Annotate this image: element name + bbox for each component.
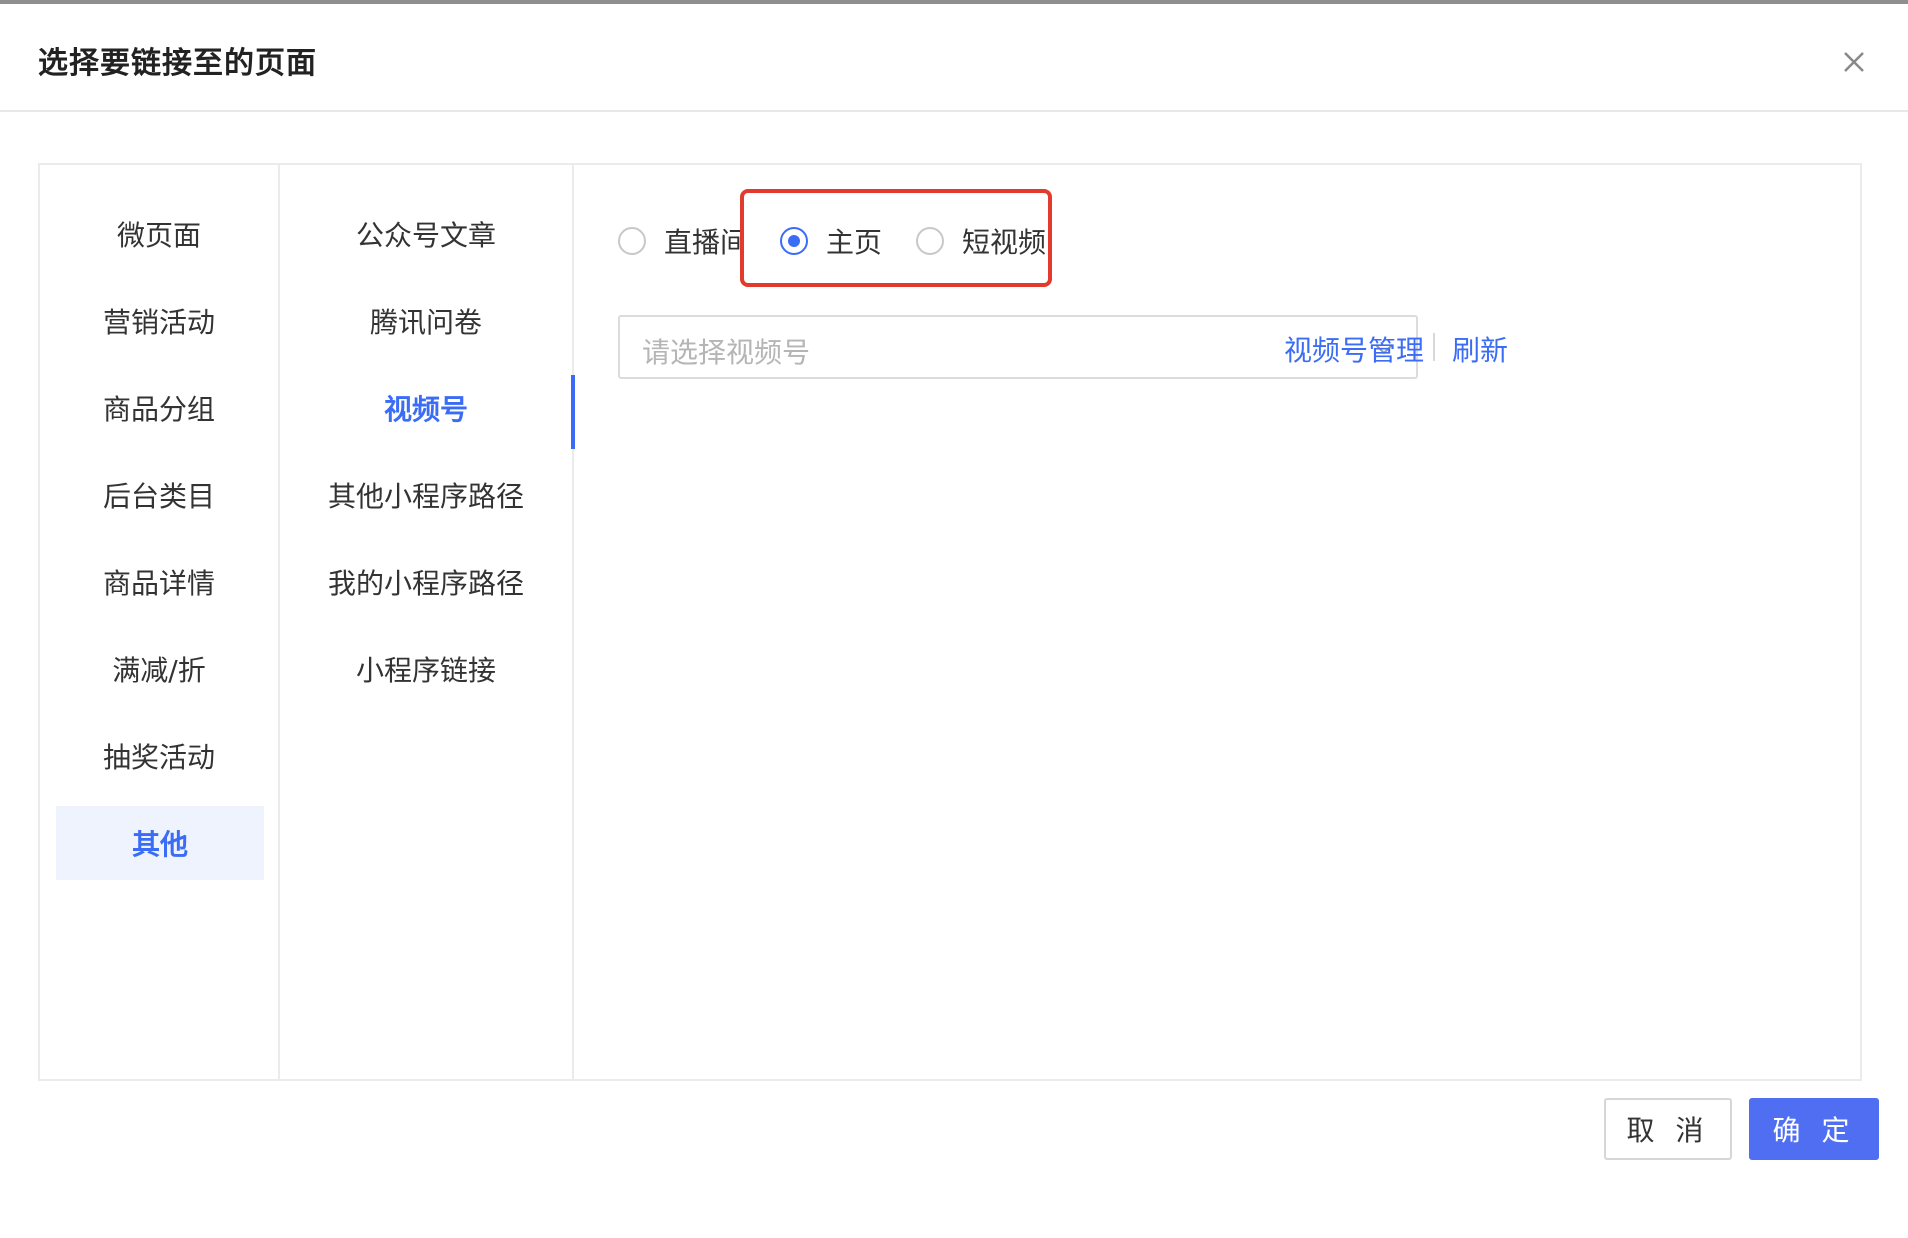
cancel-button[interactable]: 取 消 [1604, 1098, 1732, 1160]
dialog-title: 选择要链接至的页面 [38, 46, 317, 81]
link-separator [1433, 333, 1435, 361]
category-list: 微页面 营销活动 商品分组 后台类目 商品详情 满减/折 抽奖活动 其他 [40, 165, 280, 1079]
subcategory-item-tencent-survey[interactable]: 腾讯问卷 [280, 284, 572, 358]
confirm-button[interactable]: 确 定 [1749, 1098, 1879, 1160]
category-item-lottery[interactable]: 抽奖活动 [40, 719, 278, 793]
channel-select-placeholder: 请选择视频号 [642, 336, 811, 369]
radio-circle-checked [780, 227, 808, 255]
category-item-backend-category[interactable]: 后台类目 [40, 458, 278, 532]
page-picker-panel: 微页面 营销活动 商品分组 后台类目 商品详情 满减/折 抽奖活动 其他 公众号… [38, 163, 1862, 1081]
radio-label: 主页 [826, 226, 883, 259]
category-item-marketing[interactable]: 营销活动 [40, 284, 278, 358]
channels-config: 直播间 主页 短视频 请选择视频号 视频号管理 刷新 [574, 165, 1860, 1079]
link-type-radio-group: 直播间 主页 短视频 [574, 165, 1860, 287]
subcategory-item-miniprogram-link[interactable]: 小程序链接 [280, 632, 572, 706]
link-picker-dialog: 选择要链接至的页面 微页面 营销活动 商品分组 后台类目 商品详情 满减/折 抽… [0, 4, 1908, 1238]
radio-homepage[interactable]: 主页 [780, 219, 882, 263]
radio-circle [916, 227, 944, 255]
category-item-micro-page[interactable]: 微页面 [40, 197, 278, 271]
subcategory-item-channels[interactable]: 视频号 [280, 371, 572, 445]
subcategory-list: 公众号文章 腾讯问卷 视频号 其他小程序路径 我的小程序路径 小程序链接 [280, 165, 575, 1079]
radio-short-video[interactable]: 短视频 [916, 219, 1046, 263]
category-item-discount[interactable]: 满减/折 [40, 632, 278, 706]
close-icon [1844, 52, 1864, 72]
category-item-other[interactable]: 其他 [56, 806, 264, 880]
dialog-header: 选择要链接至的页面 [0, 4, 1908, 112]
radio-label: 短视频 [962, 226, 1047, 259]
channel-manage-link[interactable]: 视频号管理 [1284, 329, 1424, 369]
radio-live-room[interactable]: 直播间 [618, 219, 748, 263]
subcategory-item-my-miniprogram-path[interactable]: 我的小程序路径 [280, 545, 572, 619]
close-button[interactable] [1834, 42, 1874, 82]
refresh-link[interactable]: 刷新 [1452, 329, 1508, 369]
category-item-product-detail[interactable]: 商品详情 [40, 545, 278, 619]
radio-label: 直播间 [664, 226, 749, 259]
subcategory-item-official-article[interactable]: 公众号文章 [280, 197, 572, 271]
category-item-product-group[interactable]: 商品分组 [40, 371, 278, 445]
radio-circle [618, 227, 646, 255]
subcategory-item-other-miniprogram-path[interactable]: 其他小程序路径 [280, 458, 572, 532]
